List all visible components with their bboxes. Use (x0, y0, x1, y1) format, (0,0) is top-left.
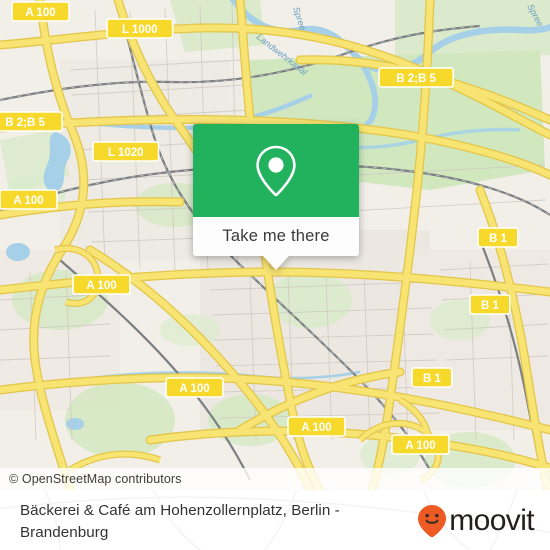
road-shield-label: B 1 (423, 373, 442, 385)
map-card-root: Spree Spree Landwehrkanal A 100 L 1000 B 2… (0, 0, 550, 550)
take-me-there-button[interactable]: Take me there (193, 217, 359, 256)
road-shield-label: B 1 (489, 233, 508, 245)
place-title: Bäckerei & Café am Hohenzollernplatz, Be… (20, 502, 340, 541)
road-shield-label: B 1 (481, 300, 500, 312)
map-pin-icon (256, 145, 296, 196)
callout-tail (263, 256, 289, 270)
road-shield-label: A 100 (25, 7, 55, 19)
location-callout[interactable]: Take me there (193, 124, 359, 270)
road-shield-label: A 100 (86, 280, 116, 292)
road-shield: B 1 (469, 294, 511, 315)
osm-attribution-text: © OpenStreetMap contributors (9, 472, 182, 486)
osm-attribution: © OpenStreetMap contributors (0, 468, 550, 490)
take-me-there-label: Take me there (222, 227, 330, 245)
road-shield: A 100 (0, 189, 58, 210)
road-shield-label: A 100 (301, 422, 331, 434)
footer-bar: Bäckerei & Café am Hohenzollernplatz, Be… (0, 490, 550, 550)
road-shield: B 1 (411, 367, 453, 388)
callout-header (193, 124, 359, 217)
road-shield-label: A 100 (405, 440, 435, 452)
road-shield: L 1020 (92, 141, 160, 162)
road-shield: B 2;B 5 (378, 67, 454, 88)
road-shield-label: L 1000 (122, 24, 158, 36)
moovit-logo[interactable]: moovit (417, 504, 535, 538)
moovit-pin-smiley-icon (418, 505, 447, 538)
road-shield-label: A 100 (179, 383, 209, 395)
road-shield-label: B 2;B 5 (396, 73, 436, 85)
road-shield-label: B 2;B 5 (5, 117, 45, 129)
road-shield: A 100 (287, 416, 346, 437)
road-shield: A 100 (391, 434, 450, 455)
road-shield-label: A 100 (13, 195, 43, 207)
moovit-wordmark: moovit (449, 504, 534, 537)
road-shield: A 100 (11, 1, 70, 22)
road-shield: A 100 (165, 377, 224, 398)
road-shield: L 1000 (106, 18, 174, 39)
road-shield: B 2;B 5 (0, 111, 63, 132)
road-shield: B 1 (477, 227, 519, 248)
road-shield-label: L 1020 (108, 147, 144, 159)
road-shield: A 100 (72, 274, 131, 295)
